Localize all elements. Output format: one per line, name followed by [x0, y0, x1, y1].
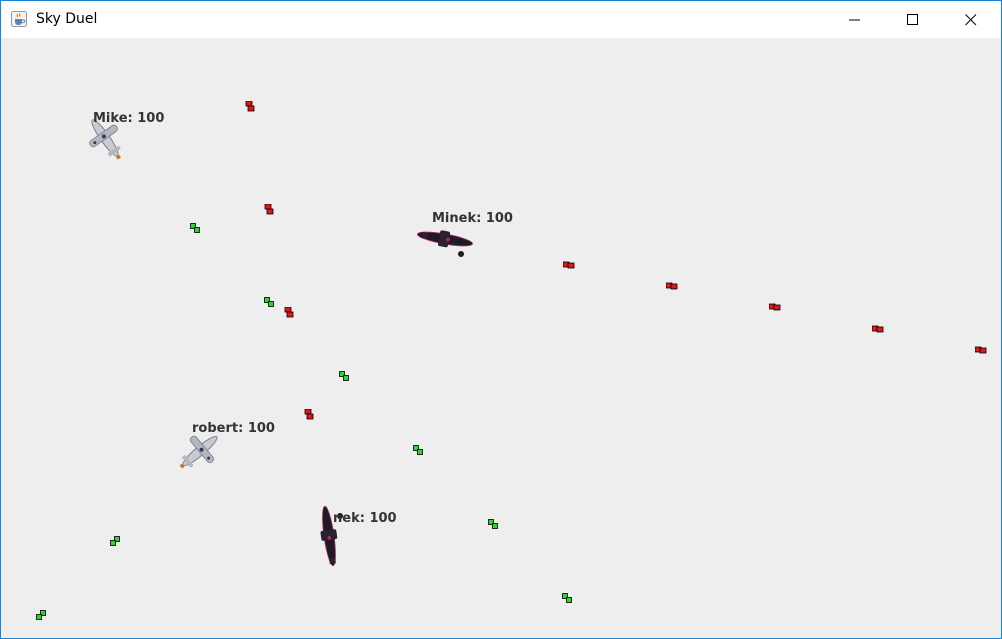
red-flag	[872, 325, 884, 333]
red-flag	[264, 204, 274, 215]
red-flag	[769, 303, 781, 311]
game-canvas[interactable]: Mike: 100 Minek: 100 robert: 100 nek: 10…	[1, 38, 1001, 638]
window-title: Sky Duel	[36, 11, 98, 27]
red-flag	[975, 346, 987, 354]
red-flag	[245, 101, 255, 112]
red-flag	[666, 282, 678, 290]
green-flag	[190, 223, 200, 233]
close-icon	[965, 13, 977, 25]
green-flag	[562, 593, 572, 603]
minimize-button[interactable]	[826, 1, 884, 38]
game-window: Sky Duel Mike: 100 Minek: 100 robert: 10…	[0, 0, 1002, 639]
maximize-button[interactable]	[884, 1, 942, 38]
player-label-minek-bottom: nek: 100	[333, 511, 397, 526]
player-label-mike: Mike: 100	[93, 111, 165, 126]
red-flag	[304, 409, 314, 420]
title-bar[interactable]: Sky Duel	[1, 1, 1001, 38]
red-flag	[563, 261, 575, 269]
player-label-robert: robert: 100	[192, 421, 275, 436]
minimize-icon	[849, 19, 860, 20]
green-flag	[488, 519, 498, 529]
green-flag	[413, 445, 423, 455]
green-flag	[36, 610, 46, 620]
player-label-minek-top: Minek: 100	[432, 211, 513, 226]
java-coffee-cup-icon	[11, 11, 27, 27]
maximize-icon	[907, 13, 918, 25]
close-button[interactable]	[942, 1, 1000, 38]
green-flag	[110, 536, 120, 546]
green-flag	[264, 297, 274, 307]
player-plane-minek-top	[417, 230, 473, 257]
green-flag	[339, 371, 349, 381]
red-flag	[284, 307, 294, 318]
